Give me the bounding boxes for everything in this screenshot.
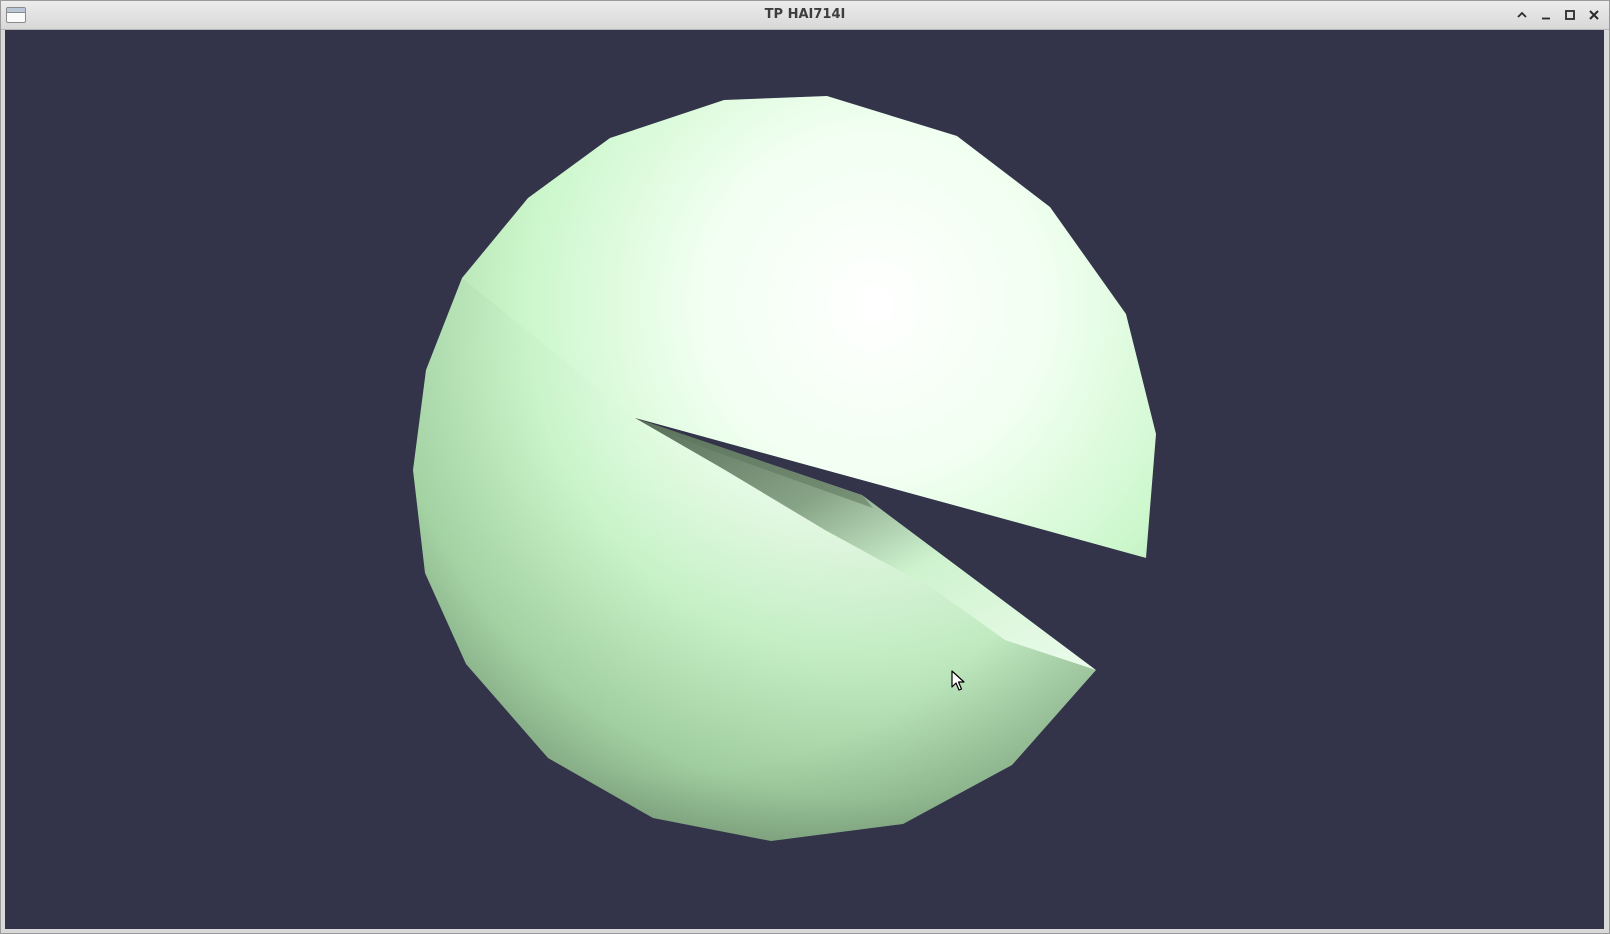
- close-button[interactable]: [1583, 5, 1605, 25]
- title-bar[interactable]: TP HAI714I: [1, 1, 1609, 30]
- window-controls: [1511, 5, 1605, 25]
- shade-button[interactable]: [1511, 5, 1533, 25]
- minimize-icon: [1542, 17, 1550, 20]
- chevron-up-icon: [1517, 11, 1527, 18]
- opengl-viewport[interactable]: [5, 30, 1604, 929]
- window-title: TP HAI714I: [764, 7, 846, 22]
- close-icon: [1589, 10, 1599, 20]
- maximize-button[interactable]: [1559, 5, 1581, 25]
- render-scene: [413, 96, 1156, 841]
- app-window: TP HAI714I: [0, 0, 1610, 934]
- minimize-button[interactable]: [1535, 5, 1557, 25]
- maximize-icon: [1565, 10, 1575, 20]
- mouse-cursor-icon: [951, 670, 965, 691]
